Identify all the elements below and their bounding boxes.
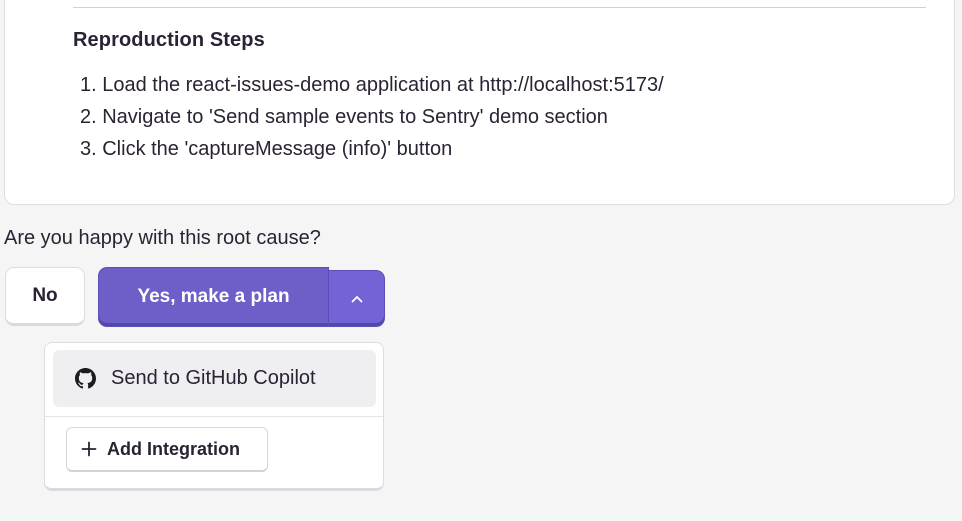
- yes-make-plan-button[interactable]: Yes, make a plan: [98, 267, 329, 327]
- root-cause-question: Are you happy with this root cause?: [4, 227, 321, 249]
- reproduction-step: 2. Navigate to 'Send sample events to Se…: [80, 106, 608, 128]
- add-integration-label: Add Integration: [107, 438, 240, 459]
- reproduction-step: 1. Load the react-issues-demo applicatio…: [80, 74, 664, 96]
- reproduction-steps-title: Reproduction Steps: [73, 29, 265, 51]
- plan-options-menu: Send to GitHub Copilot Add Integration: [44, 342, 384, 491]
- no-button[interactable]: No: [5, 267, 85, 326]
- reproduction-card: Reproduction Steps 1. Load the react-iss…: [4, 0, 955, 205]
- add-integration-button[interactable]: Add Integration: [66, 427, 268, 472]
- menu-divider: [45, 416, 383, 417]
- menu-item-label: Send to GitHub Copilot: [111, 367, 316, 389]
- plan-options-dropdown-button[interactable]: [328, 270, 385, 327]
- reproduction-steps-list: 1. Load the react-issues-demo applicatio…: [80, 69, 664, 165]
- chevron-up-icon: [351, 295, 362, 302]
- divider: [73, 7, 926, 8]
- plus-icon: [81, 441, 97, 457]
- reproduction-step: 3. Click the 'captureMessage (info)' but…: [80, 138, 453, 160]
- github-icon: [75, 368, 96, 389]
- menu-item-send-to-github-copilot[interactable]: Send to GitHub Copilot: [53, 350, 376, 407]
